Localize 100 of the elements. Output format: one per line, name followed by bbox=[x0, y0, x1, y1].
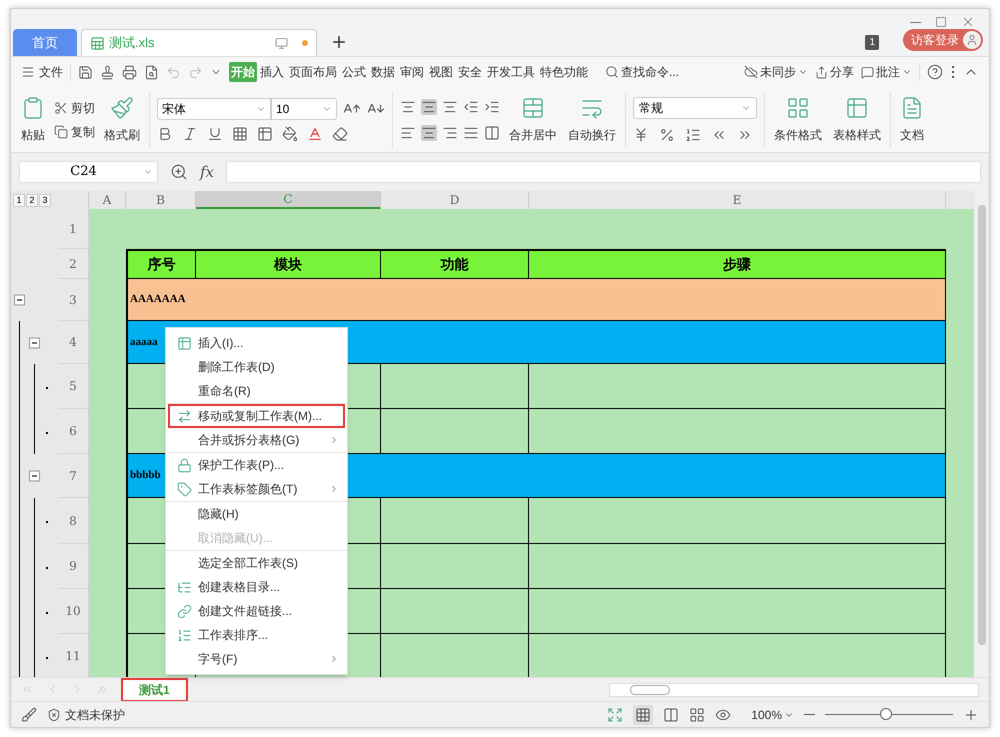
table-style-icon bbox=[845, 96, 869, 120]
wrap-text-button[interactable]: 自动换行 bbox=[566, 96, 618, 144]
conditional-format-icon bbox=[786, 96, 810, 120]
sync-button[interactable]: 未同步 bbox=[744, 63, 808, 81]
zoom-slider-thumb[interactable] bbox=[880, 708, 892, 720]
scissors-icon bbox=[54, 100, 68, 114]
ribbon-tab[interactable]: 视图 bbox=[427, 62, 455, 82]
avatar-icon bbox=[963, 31, 981, 49]
table-icon bbox=[176, 336, 192, 350]
undo-icon bbox=[166, 64, 181, 80]
copy-button[interactable]: 复制 bbox=[54, 122, 95, 140]
ribbon-tab[interactable]: 特色功能 bbox=[538, 62, 590, 82]
spreadsheet-icon bbox=[90, 36, 105, 50]
font-dropdown[interactable]: 宋体 bbox=[157, 98, 271, 120]
ribbon-tab[interactable]: 插入 bbox=[258, 62, 286, 82]
more-icon[interactable] bbox=[950, 66, 956, 78]
layout-icon bbox=[689, 706, 706, 722]
file-tab-label: 测试.xls bbox=[109, 34, 154, 52]
lock-icon bbox=[176, 458, 192, 472]
format-painter-icon bbox=[110, 96, 134, 120]
search-command[interactable]: 查找命令... bbox=[605, 63, 680, 81]
redo-icon bbox=[188, 64, 203, 80]
context-menu-item[interactable]: 字号(F) bbox=[166, 647, 347, 671]
login-button[interactable]: 访客登录 bbox=[903, 29, 983, 51]
context-menu-item[interactable]: 创建表格目录... bbox=[166, 575, 347, 599]
preview-icon bbox=[144, 64, 159, 80]
context-menu-item[interactable]: 创建文件超链接... bbox=[166, 599, 347, 623]
paste-button[interactable]: 粘贴 bbox=[19, 96, 47, 144]
context-menu-item[interactable]: 工作表排序... bbox=[166, 623, 347, 647]
copy-icon bbox=[54, 124, 68, 138]
link-icon bbox=[176, 604, 192, 618]
collapse-icon[interactable] bbox=[29, 470, 40, 482]
stamp-icon bbox=[100, 64, 115, 80]
merge-center-button[interactable]: 合并居中 bbox=[507, 96, 559, 144]
cut-button[interactable]: 剪切 bbox=[54, 98, 95, 116]
context-menu-item[interactable]: 删除工作表(D) bbox=[166, 355, 347, 379]
macro-icon bbox=[21, 706, 37, 722]
ribbon-tab[interactable]: 开发工具 bbox=[485, 62, 537, 82]
underline-icon bbox=[207, 126, 223, 142]
zoom-level-dropdown[interactable]: 100% bbox=[751, 706, 794, 724]
fullscreen-icon bbox=[607, 706, 624, 722]
context-menu-item[interactable]: 移动或复制工作表(M)... bbox=[166, 403, 347, 428]
document-button[interactable]: 文档 bbox=[898, 96, 926, 144]
function-label[interactable]: fx bbox=[200, 160, 214, 184]
header-cell: 功能 bbox=[381, 249, 529, 279]
header-cell: 序号 bbox=[126, 249, 196, 279]
italic-icon bbox=[182, 126, 198, 142]
protection-status: 文档未保护 bbox=[65, 706, 125, 724]
outline-level-button[interactable]: 1 bbox=[13, 194, 25, 206]
name-box[interactable]: C24 bbox=[19, 161, 158, 183]
tag-icon bbox=[176, 482, 192, 496]
format-painter-button[interactable]: 格式刷 bbox=[102, 96, 142, 144]
outline-level-button[interactable]: 3 bbox=[39, 194, 51, 206]
shield-icon bbox=[47, 708, 61, 722]
comment-button[interactable]: 批注 bbox=[861, 63, 912, 81]
ribbon-tab[interactable]: 安全 bbox=[456, 62, 484, 82]
horizontal-scrollbar[interactable] bbox=[609, 682, 979, 696]
context-menu-item[interactable]: 工作表标签颜色(T) bbox=[166, 477, 347, 501]
fill-color-icon bbox=[282, 126, 298, 142]
formula-input[interactable] bbox=[226, 161, 981, 183]
font-color-icon bbox=[307, 126, 323, 142]
ribbon-tab[interactable]: 审阅 bbox=[398, 62, 426, 82]
cloud-icon bbox=[744, 65, 758, 79]
header-cell: 模块 bbox=[196, 249, 381, 279]
table-style-button[interactable]: 表格样式 bbox=[831, 96, 883, 144]
collapse-icon[interactable] bbox=[29, 337, 40, 348]
ribbon-tab[interactable]: 页面布局 bbox=[287, 62, 339, 82]
merge-center-icon bbox=[521, 96, 545, 120]
context-menu-item[interactable]: 合并或拆分表格(G) bbox=[166, 428, 347, 452]
sheet-tab[interactable]: 测试1 bbox=[121, 678, 188, 702]
maximize-icon bbox=[935, 16, 947, 28]
ribbon-tab[interactable]: 公式 bbox=[340, 62, 368, 82]
collapse-icon[interactable] bbox=[14, 294, 25, 306]
conditional-format-button[interactable]: 条件格式 bbox=[772, 96, 824, 144]
context-menu-item[interactable]: 选定全部工作表(S) bbox=[166, 550, 347, 575]
number-format-dropdown[interactable]: 常规 bbox=[633, 96, 757, 118]
font-size-dropdown[interactable]: 10 bbox=[271, 98, 337, 120]
merged-cell-text: aaaaa bbox=[130, 334, 158, 350]
search-icon bbox=[605, 65, 619, 79]
share-button[interactable]: 分享 bbox=[815, 63, 854, 81]
border-icon bbox=[232, 126, 248, 142]
ribbon-tab[interactable]: 数据 bbox=[369, 62, 397, 82]
help-icon bbox=[927, 64, 943, 80]
monitor-icon bbox=[275, 36, 288, 50]
merged-cell-text: AAAAAAA bbox=[130, 292, 186, 308]
header-cell: 步骤 bbox=[529, 249, 946, 279]
file-menu[interactable]: 文件 bbox=[21, 63, 63, 81]
sort-icon bbox=[176, 628, 192, 642]
context-menu-item[interactable]: 插入(I)... bbox=[166, 331, 347, 355]
save-icon bbox=[78, 64, 93, 80]
context-menu-item[interactable]: 隐藏(H) bbox=[166, 501, 347, 526]
context-menu-item[interactable]: 保护工作表(P)... bbox=[166, 452, 347, 477]
share-icon bbox=[815, 66, 828, 78]
zoom-search-icon bbox=[170, 163, 188, 181]
merged-cell-text: bbbbb bbox=[130, 468, 161, 484]
close-icon bbox=[961, 15, 975, 29]
menu-icon bbox=[21, 65, 35, 79]
outline-level-button[interactable]: 2 bbox=[26, 194, 38, 206]
vertical-scrollbar-thumb[interactable] bbox=[978, 205, 986, 645]
context-menu-item[interactable]: 重命名(R) bbox=[166, 379, 347, 403]
